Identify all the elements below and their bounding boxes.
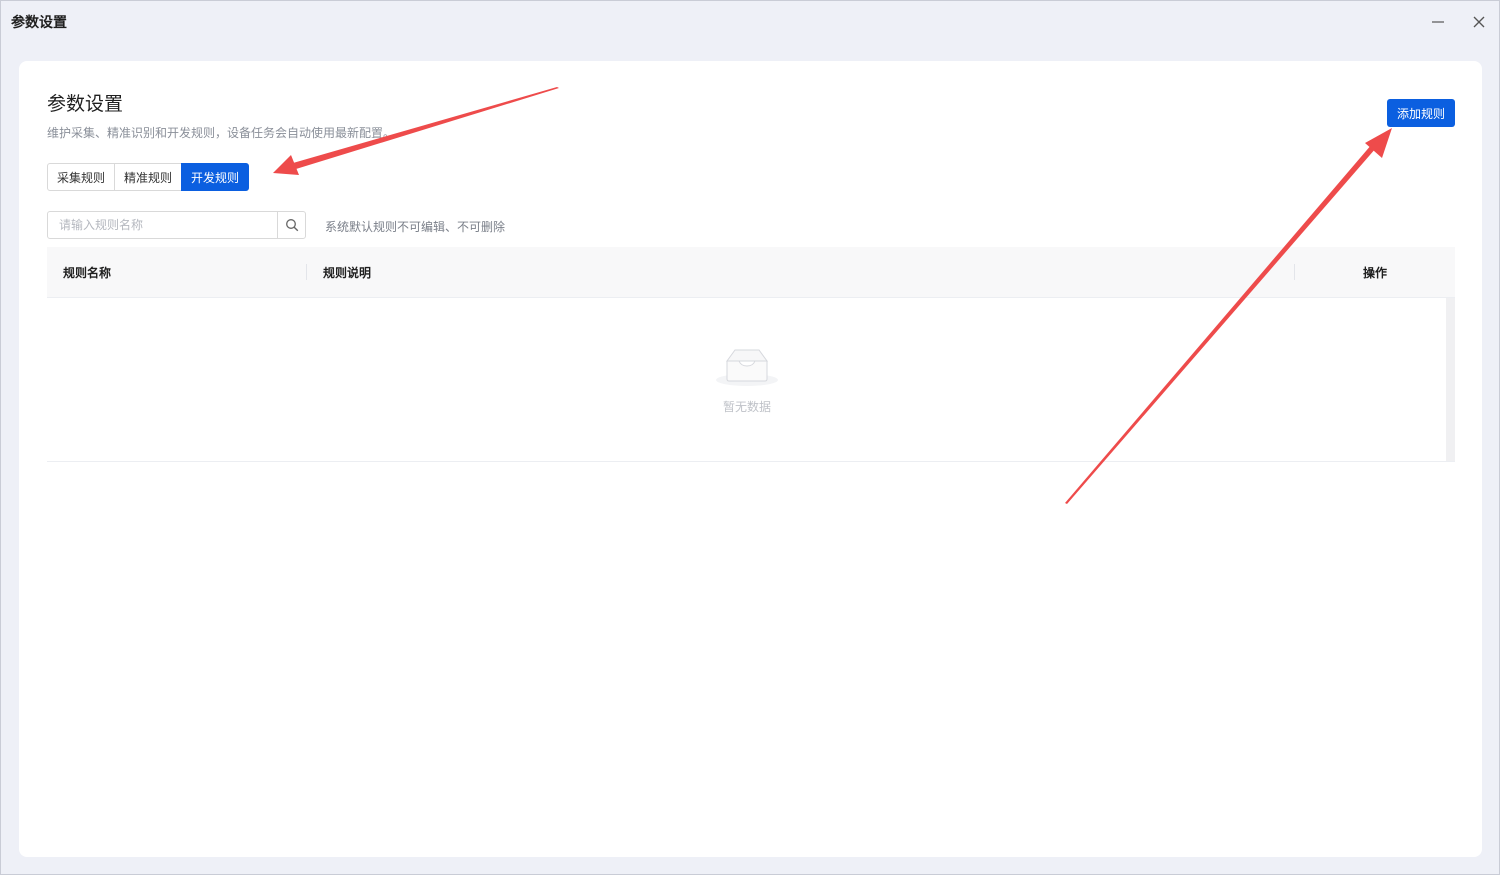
minimize-button[interactable] — [1425, 9, 1451, 35]
page-description: 维护采集、精准识别和开发规则，设备任务会自动使用最新配置。 — [47, 126, 396, 140]
settings-card: 参数设置 维护采集、精准识别和开发规则，设备任务会自动使用最新配置。 添加规则 … — [19, 61, 1482, 857]
tab-precise-rules[interactable]: 精准规则 — [114, 163, 183, 191]
search-button[interactable] — [277, 212, 305, 238]
column-header-rule-name: 规则名称 — [63, 265, 112, 280]
default-rule-hint: 系统默认规则不可编辑、不可删除 — [325, 220, 506, 234]
close-button[interactable] — [1466, 9, 1492, 35]
table-scrollbar[interactable] — [1446, 298, 1455, 461]
empty-text: 暂无数据 — [722, 400, 771, 414]
title-bar: 参数设置 — [1, 1, 1499, 43]
rules-table: 规则名称 规则说明 操作 暂无数据 — [47, 247, 1455, 463]
table-body: 暂无数据 — [47, 298, 1455, 462]
minimize-icon — [1432, 21, 1444, 23]
rule-type-tabs: 采集规则 精准规则 开发规则 — [47, 163, 250, 191]
search-box — [47, 211, 306, 239]
column-header-actions: 操作 — [1362, 265, 1387, 280]
search-icon — [285, 219, 298, 232]
column-divider — [306, 264, 307, 280]
close-icon — [1473, 16, 1485, 28]
page-title: 参数设置 — [47, 93, 124, 115]
add-rule-button[interactable]: 添加规则 — [1387, 99, 1455, 127]
app-window: 参数设置 参数设置 维护采集、精准识别和开发规则，设备任务会自动使用最新配置。 … — [0, 0, 1500, 875]
column-header-rule-description: 规则说明 — [323, 265, 372, 280]
tab-dev-rules[interactable]: 开发规则 — [181, 163, 250, 191]
empty-inbox-icon — [716, 349, 778, 386]
table-header: 规则名称 规则说明 操作 — [47, 247, 1455, 298]
tab-collect-rules[interactable]: 采集规则 — [47, 163, 116, 191]
window-title: 参数设置 — [11, 15, 67, 31]
search-input[interactable] — [48, 212, 277, 238]
empty-state: 暂无数据 — [707, 344, 787, 415]
